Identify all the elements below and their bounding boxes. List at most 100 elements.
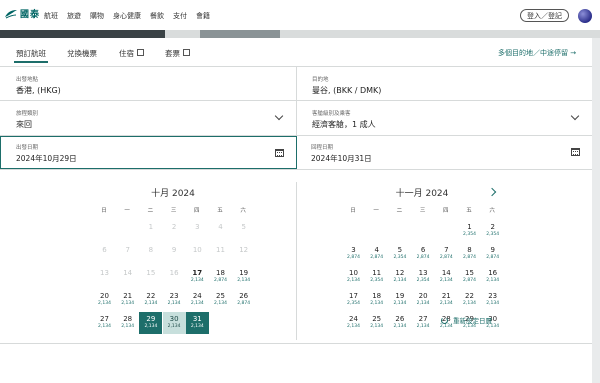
- brand-logo[interactable]: 國泰: [4, 7, 40, 20]
- reset-calendar-link[interactable]: 重新設定日曆: [441, 315, 492, 325]
- day-price: 2,134: [167, 301, 181, 306]
- calendar-day[interactable]: 8 2,874: [458, 243, 481, 265]
- day-price: 2,134: [416, 324, 430, 329]
- day-number: 4: [218, 223, 223, 231]
- day-number: 8: [148, 246, 154, 254]
- day-price: 2,134: [439, 301, 453, 306]
- calendar-day[interactable]: 24 2,134: [186, 289, 209, 311]
- day-number: 17: [192, 269, 203, 277]
- day-price: 2,134: [237, 278, 251, 283]
- cabin-passenger-select[interactable]: 客艙級別及乘客 經濟客艙，1 成人: [296, 101, 592, 135]
- calendar-day: 3: [186, 220, 209, 242]
- calendar-day: 16: [163, 266, 186, 288]
- main-nav: 航班 旅遊 購物 身心健康 餐飲 支付 會籍: [44, 11, 210, 21]
- calendar-day[interactable]: 15 2,874: [458, 266, 481, 288]
- calendar-day[interactable]: 26 2,874: [232, 289, 255, 311]
- tab-packages[interactable]: 套票: [165, 48, 190, 59]
- calendar-day: 13: [93, 266, 116, 288]
- nav-membership[interactable]: 會籍: [196, 11, 210, 21]
- calendar-day[interactable]: 6 2,874: [412, 243, 435, 265]
- day-number: 16: [169, 269, 179, 277]
- weekday-label: 日: [350, 208, 356, 214]
- calendar-day[interactable]: 25 2,134: [365, 312, 388, 334]
- day-price: 2,134: [98, 301, 111, 306]
- calendar-day[interactable]: 29 2,134: [139, 312, 163, 334]
- calendar-day[interactable]: 17 2,134: [186, 266, 209, 288]
- calendar-day[interactable]: 18 2,134: [365, 289, 388, 311]
- calendar-day[interactable]: 28 2,134: [116, 312, 139, 334]
- nav-pay[interactable]: 支付: [173, 11, 187, 21]
- calendar-day[interactable]: 5 2,354: [388, 243, 411, 265]
- calendar-day[interactable]: 12 2,134: [388, 266, 411, 288]
- calendar-day[interactable]: 23 2,134: [163, 289, 186, 311]
- day-number: 23: [169, 292, 179, 300]
- day-number: 10: [192, 246, 202, 254]
- day-number: 12: [395, 269, 405, 277]
- origin-label: 出發地點: [16, 77, 39, 83]
- day-number: 9: [171, 246, 177, 254]
- depart-date-field[interactable]: 出發日期 2024年10月29日: [0, 136, 297, 169]
- day-number: 31: [192, 315, 202, 323]
- nav-flights[interactable]: 航班: [44, 11, 58, 21]
- day-price: 2,354: [463, 232, 476, 237]
- calendar-day[interactable]: 1 2,354: [458, 220, 481, 242]
- calendar-day[interactable]: 9 2,874: [481, 243, 504, 265]
- destination-field[interactable]: 目的地 曼谷, (BKK / DMK): [296, 67, 592, 100]
- calendar-day[interactable]: 26 2,134: [388, 312, 411, 334]
- calendar-day[interactable]: 22 2,134: [458, 289, 481, 311]
- calendar-day[interactable]: 22 2,134: [139, 289, 162, 311]
- refresh-icon: [441, 317, 448, 324]
- calendar-day[interactable]: 27 2,134: [93, 312, 116, 334]
- nav-shopping[interactable]: 購物: [90, 11, 104, 21]
- nav-wellness[interactable]: 身心健康: [113, 11, 141, 21]
- calendar-day[interactable]: 19 2,134: [232, 266, 255, 288]
- weekday-label: 六: [489, 208, 495, 214]
- calendar-day[interactable]: 17 2,354: [342, 289, 365, 311]
- calendar-day[interactable]: 13 2,354: [412, 266, 435, 288]
- nav-dining[interactable]: 餐飲: [150, 11, 164, 21]
- calendar-day[interactable]: 14 2,134: [435, 266, 458, 288]
- booking-tabs: 預訂航班 兌換機票 住宿 套票 多個目的地／中途停留 →: [0, 38, 592, 67]
- calendar-day[interactable]: 20 2,134: [412, 289, 435, 311]
- nav-travel[interactable]: 旅遊: [67, 11, 81, 21]
- tab-book-flights[interactable]: 預訂航班: [14, 48, 48, 63]
- calendar-day[interactable]: 23 2,134: [481, 289, 504, 311]
- calendar-day[interactable]: 31 2,134: [185, 312, 209, 334]
- calendar-day[interactable]: 16 2,134: [481, 266, 504, 288]
- weekday-label: 五: [466, 208, 472, 214]
- calendar-day[interactable]: 18 2,874: [209, 266, 232, 288]
- trip-type-select[interactable]: 旅程類別 來回: [0, 101, 296, 135]
- calendar-day[interactable]: 2 2,354: [481, 220, 504, 242]
- calendar-day[interactable]: 25 2,134: [209, 289, 232, 311]
- day-price: 2,134: [439, 278, 453, 283]
- return-value: 2024年10月31日: [311, 154, 372, 163]
- calendar-day[interactable]: 21 2,134: [116, 289, 139, 311]
- calendar-day[interactable]: 24 2,134: [342, 312, 365, 334]
- origin-field[interactable]: 出發地點 香港, (HKG): [0, 67, 296, 100]
- login-button[interactable]: 登入／登記: [520, 9, 569, 22]
- calendar-day[interactable]: 11 2,354: [365, 266, 388, 288]
- calendar-day[interactable]: 7 2,874: [435, 243, 458, 265]
- calendar-day[interactable]: 27 2,134: [412, 312, 435, 334]
- tab-hotels[interactable]: 住宿: [119, 48, 144, 59]
- day-number: 25: [216, 292, 225, 300]
- globe-icon[interactable]: [578, 9, 592, 23]
- multi-city-link[interactable]: 多個目的地／中途停留 →: [498, 48, 576, 58]
- return-date-field[interactable]: 回程日期 2024年10月31日: [297, 136, 592, 169]
- calendar-day[interactable]: 30 2,134: [162, 312, 186, 334]
- day-price: 2,134: [144, 324, 158, 329]
- cabin-value: 經濟客艙，1 成人: [312, 120, 376, 129]
- calendar-day[interactable]: 10 2,134: [342, 266, 365, 288]
- calendar-day[interactable]: 3 2,874: [342, 243, 365, 265]
- day-number: 21: [123, 292, 133, 300]
- calendar-day[interactable]: 19 2,134: [388, 289, 411, 311]
- origin-value: 香港, (HKG): [16, 86, 61, 95]
- calendar-day[interactable]: 21 2,134: [435, 289, 458, 311]
- calendar-day[interactable]: 20 2,134: [93, 289, 116, 311]
- calendar-day: 14: [116, 266, 139, 288]
- reset-calendar-label: 重新設定日曆: [453, 317, 492, 325]
- calendar-day[interactable]: 4 2,874: [365, 243, 388, 265]
- day-price: 2,874: [416, 255, 430, 260]
- day-number: 21: [441, 292, 451, 300]
- tab-redeem-flights[interactable]: 兌換機票: [67, 48, 97, 59]
